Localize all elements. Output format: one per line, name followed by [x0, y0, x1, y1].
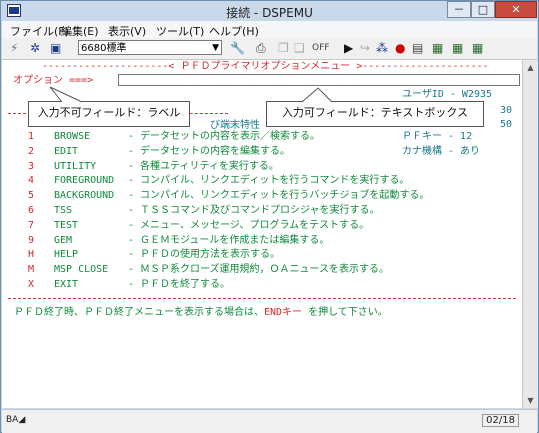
send-icon[interactable]: ▦ [472, 41, 483, 55]
scroll-up-icon[interactable]: ▲ [523, 60, 538, 75]
codepage-value: 6680標準 [81, 43, 127, 54]
menu-option-name: TSS [54, 205, 73, 216]
menu-edit[interactable]: 編集(E) [61, 23, 99, 39]
close-button[interactable]: ✕ [495, 1, 537, 18]
footer-end-key: ENDキー [264, 307, 303, 318]
user-id: ユーザID - W2935 [402, 89, 493, 100]
menu-option-key: H [28, 249, 35, 261]
minimize-button[interactable]: － [447, 1, 471, 18]
receive-icon[interactable]: ▦ [452, 41, 463, 55]
terminal-property: カナ機構 - あり [402, 145, 481, 157]
footer-text-2: を押して下さい。 [308, 307, 388, 318]
menu-option-key: M [28, 264, 35, 276]
menu-option-name: EXIT [54, 279, 79, 290]
menu-option-description: - コンパイル、リンクエディットを行うコマンドを実行する。 [128, 175, 410, 187]
user-info-3: 50 [500, 119, 513, 130]
menu-option-description: - ＧＥＭモジュールを作成または編集する。 [128, 234, 330, 246]
menu-option-name: GEM [54, 234, 73, 246]
off-icon[interactable]: OFF [312, 41, 329, 55]
callout-label: 入力不可フィールド：ラベル [28, 101, 190, 127]
menu-option-name: BROWSE [54, 131, 91, 142]
vertical-scrollbar[interactable]: ▲ ▼ [522, 60, 538, 408]
menu-option-name: FOREGROUND [54, 175, 115, 187]
menu-option-name: HELP [54, 249, 79, 261]
screen-icon[interactable]: ▣ [50, 41, 61, 55]
screen-header: ---------------------< ＰＦＤプライマリオプションメニュー… [42, 61, 489, 72]
menu-option-key: 7 [28, 219, 35, 231]
callout-textbox: 入力可フィールド：テキストボックス [266, 101, 484, 127]
menu-option-name: EDIT [54, 145, 79, 157]
menu-option-description: - ＰＦＤを終了する。 [128, 279, 231, 290]
connect-icon[interactable]: ⚡ [10, 41, 18, 55]
scroll-down-icon[interactable]: ▼ [523, 393, 538, 408]
menu-view[interactable]: 表示(V) [108, 23, 146, 39]
menu-option-key: 6 [28, 205, 35, 216]
copy-icon[interactable]: ❐ [278, 41, 289, 55]
menu-option-key: 1 [28, 131, 35, 142]
user-info-2: 30 [500, 105, 513, 116]
menu-bar: ファイル(F) 編集(E) 表示(V) ツール(T) ヘルプ(H) [2, 21, 537, 38]
title-bar[interactable]: 接続 - DSPEMU － □ ✕ [1, 1, 538, 21]
maximize-button[interactable]: □ [471, 1, 495, 18]
footer-text: ＰＦＤ終了時、ＰＦＤ終了メニューを表示する場合は、ENDキー を押して下さい。 [14, 307, 388, 319]
option-input[interactable] [118, 74, 520, 86]
menu-option-key: 2 [28, 145, 35, 157]
codepage-select[interactable]: 6680標準 ▼ [78, 40, 222, 55]
wrench-icon[interactable]: 🔧 [230, 41, 245, 55]
menu-option-key: 9 [28, 234, 35, 246]
app-window: 接続 - DSPEMU － □ ✕ ファイル(F) 編集(E) 表示(V) ツー… [0, 0, 539, 433]
status-mode: BA◢ [6, 415, 26, 425]
menu-option-description: - ＴＳＳコマンド及びコマンドプロシジャを実行する。 [128, 205, 380, 216]
play-icon[interactable]: ▶ [344, 41, 353, 55]
paste-icon[interactable]: ❑ [294, 41, 305, 55]
option-label: オプション ===> [13, 75, 94, 86]
print-icon[interactable]: ⎙ [256, 41, 266, 55]
menu-help[interactable]: ヘルプ(H) [209, 23, 259, 39]
menu-option-name: TEST [54, 219, 79, 231]
divider-bottom [8, 298, 516, 299]
macro-icon[interactable]: ⁂ [376, 41, 388, 55]
menu-option-key: 3 [28, 160, 35, 172]
menu-option-key: 5 [28, 190, 35, 202]
menu-option-key: X [28, 279, 35, 290]
menu-option-description: - コンパイル、リンクエディットを行うバッチジョブを起動する。 [128, 190, 430, 202]
step-icon[interactable]: ↪ [360, 41, 370, 55]
cursor-position: 02/18 [482, 414, 519, 427]
transfer-icon[interactable]: ▦ [432, 41, 443, 55]
record-icon[interactable]: ● [395, 41, 405, 55]
menu-option-name: BACKGROUND [54, 190, 115, 202]
terminal-screen[interactable]: ---------------------< ＰＦＤプライマリオプションメニュー… [2, 60, 522, 408]
menu-option-description: - 各種ユティリティを実行する。 [128, 160, 279, 172]
menu-option-name: MSP CLOSE [54, 264, 109, 276]
toolbar: ⚡ ✲ ▣ 6680標準 ▼ 🔧 ⎙ ❐ ❑ OFF ▶ ↪ ⁂ ● ▤ ▦ ▦ … [2, 38, 537, 60]
chevron-down-icon: ▼ [212, 43, 219, 53]
log-icon[interactable]: ▤ [412, 41, 423, 55]
settings-star-icon[interactable]: ✲ [30, 41, 40, 55]
menu-option-description: - ＰＦＤの使用方法を表示する。 [128, 249, 281, 261]
menu-option-description: - データセットの内容を編集する。 [128, 145, 291, 157]
status-bar: BA◢ 02/18 [2, 409, 537, 433]
terminal-property: ＰＦキー - 12 [402, 131, 473, 142]
menu-option-description: - ＭＳＰ系クローズ運用規約，ＯＡニュースを表示する。 [128, 264, 390, 276]
menu-option-key: 4 [28, 175, 35, 187]
menu-option-name: UTILITY [54, 160, 97, 172]
menu-option-description: - メニュー、メッセージ、プログラムをテストする。 [128, 219, 370, 231]
menu-option-description: - データセットの内容を表示／検索する。 [128, 131, 321, 142]
menu-tools[interactable]: ツール(T) [156, 23, 204, 39]
footer-text-1: ＰＦＤ終了時、ＰＦＤ終了メニューを表示する場合は、 [14, 307, 264, 318]
